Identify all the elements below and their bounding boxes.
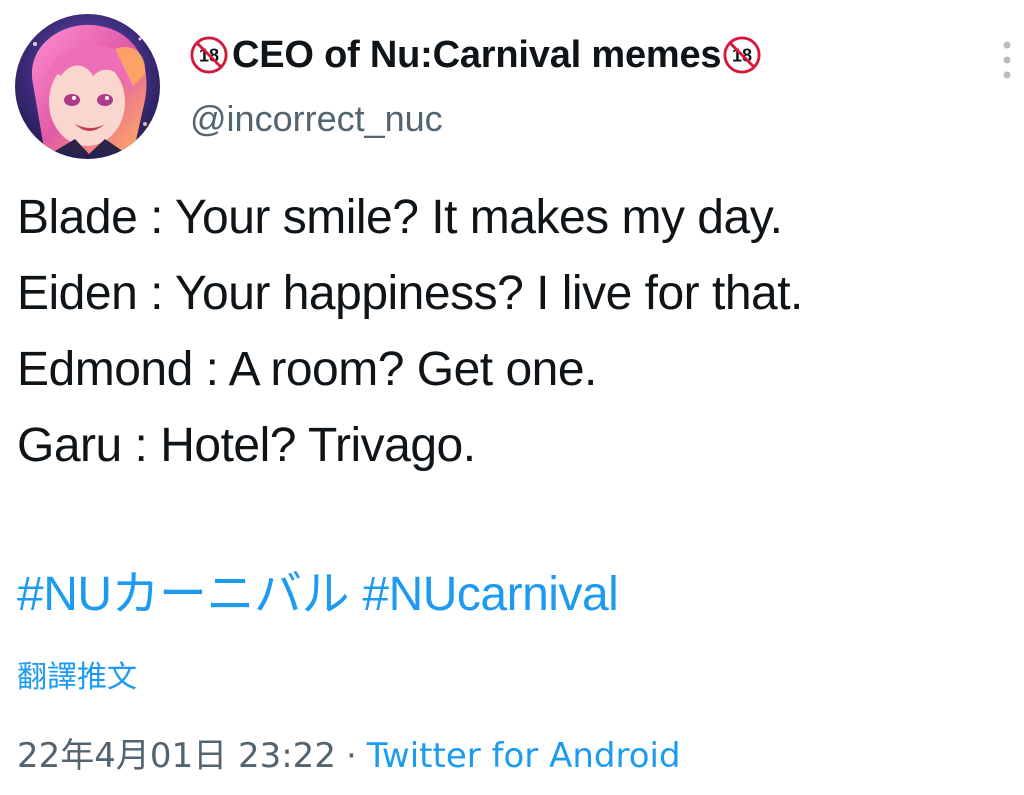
- tweet-timestamp[interactable]: 22年4月01日 23:22: [17, 736, 336, 776]
- author-name-row[interactable]: 18 CEO of Nu:Carnival memes 18: [190, 30, 761, 80]
- author-display-name[interactable]: CEO of Nu:Carnival memes: [232, 34, 722, 77]
- more-options-button[interactable]: [994, 38, 1020, 82]
- hashtag-link[interactable]: #NUcarnival: [362, 568, 618, 621]
- age-18-restricted-icon: 18: [723, 36, 761, 74]
- hashtag-link[interactable]: #NUカーニバル: [17, 568, 350, 621]
- tweet-line: Eiden : Your happiness? I live for that.: [17, 267, 803, 320]
- hashtag-row: #NUカーニバル #NUcarnival: [17, 562, 619, 628]
- tweet-line: Blade : Your smile? It makes my day.: [17, 191, 783, 244]
- more-vertical-icon: [1003, 41, 1011, 79]
- tweet-card: 18 CEO of Nu:Carnival memes 18 @incorrec…: [0, 0, 1024, 795]
- meta-separator: ·: [345, 736, 357, 776]
- tweet-line: Edmond : A room? Get one.: [17, 343, 597, 396]
- tweet-source-link[interactable]: Twitter for Android: [367, 736, 681, 776]
- author-handle[interactable]: @incorrect_nuc: [190, 98, 443, 140]
- translate-tweet-link[interactable]: 翻譯推文: [17, 652, 137, 696]
- tweet-text: Blade : Your smile? It makes my day. Eid…: [17, 180, 1022, 484]
- avatar-image: [15, 14, 160, 159]
- avatar[interactable]: [15, 14, 160, 159]
- tweet-meta: 22年4月01日 23:22 · Twitter for Android: [17, 733, 681, 779]
- age-18-restricted-icon: 18: [190, 36, 228, 74]
- tweet-line: Garu : Hotel? Trivago.: [17, 419, 476, 472]
